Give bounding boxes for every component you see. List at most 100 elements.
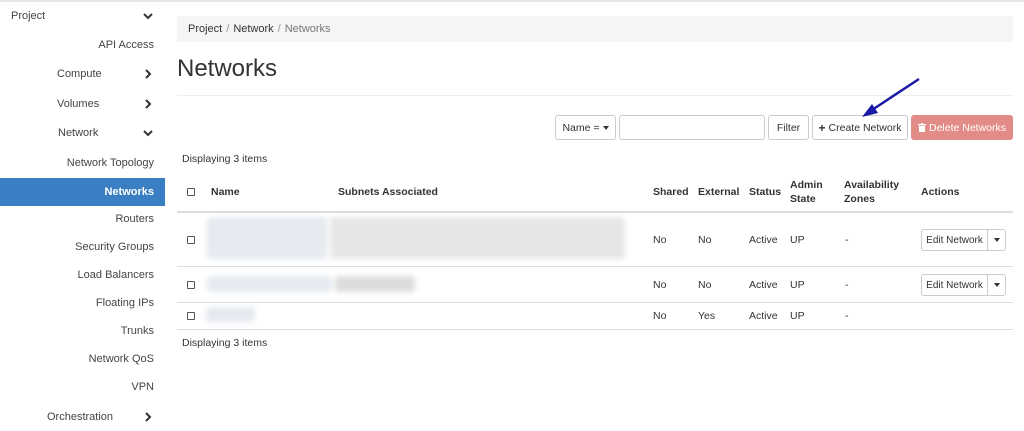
cell-status: Active (749, 279, 778, 291)
row-checkbox[interactable] (187, 281, 195, 289)
filter-field-label: Name = (562, 121, 600, 134)
filter-field-dropdown[interactable]: Name = (555, 115, 616, 140)
sidebar-item-floating-ips[interactable]: Floating IPs (0, 289, 165, 317)
caret-down-icon (602, 125, 609, 130)
cell-shared: No (653, 310, 667, 322)
page-title: Networks (177, 55, 278, 82)
sidebar-item-label: API Access (98, 39, 154, 51)
create-network-label: Create Network (828, 121, 902, 134)
cell-status: Active (749, 310, 778, 322)
redacted-name (207, 276, 332, 292)
divider (177, 95, 1013, 96)
sidebar-item-label: Networks (104, 186, 154, 198)
delete-networks-label: Delete Networks (928, 121, 1007, 134)
chevron-right-icon (142, 68, 154, 80)
row-checkbox[interactable] (187, 312, 195, 320)
breadcrumb-separator: / (277, 23, 281, 35)
caret-down-icon (993, 283, 1000, 287)
header-admin-state-line1[interactable]: Admin (790, 179, 823, 191)
displaying-count-bottom: Displaying 3 items (182, 337, 268, 349)
sidebar-item-compute[interactable]: Compute (0, 60, 165, 88)
sidebar-item-network-topology[interactable]: Network Topology (0, 149, 165, 177)
sidebar-item-label: Project (11, 10, 46, 22)
sidebar-item-vpn[interactable]: VPN (0, 373, 165, 401)
sidebar: Project API Access Compute Volumes Netwo… (0, 2, 165, 427)
edit-network-button-group: Edit Network (921, 274, 1006, 296)
edit-network-button[interactable]: Edit Network (921, 274, 988, 296)
displaying-count-top: Displaying 3 items (182, 153, 268, 165)
breadcrumb: Project / Network / Networks (177, 16, 1013, 42)
sidebar-category-project[interactable]: Project (0, 2, 165, 30)
header-status[interactable]: Status (749, 186, 781, 198)
row-checkbox[interactable] (187, 236, 195, 244)
breadcrumb-project[interactable]: Project (188, 23, 222, 35)
header-subnets[interactable]: Subnets Associated (338, 186, 438, 198)
sidebar-item-label: Network Topology (66, 157, 154, 169)
header-az-line2[interactable]: Zones (844, 193, 875, 205)
sidebar-item-label: Trunks (120, 325, 154, 337)
filter-button-label: Filter (776, 121, 801, 134)
sidebar-item-networks[interactable]: Networks (0, 178, 165, 206)
sidebar-item-label: Load Balancers (77, 269, 154, 281)
sidebar-item-label: VPN (131, 381, 154, 393)
sidebar-item-network[interactable]: Network (0, 119, 165, 147)
caret-down-icon (993, 238, 1000, 242)
breadcrumb-separator: / (226, 23, 230, 35)
sidebar-item-label: Orchestration (47, 411, 114, 423)
chevron-right-icon (142, 411, 154, 423)
chevron-right-icon (142, 98, 154, 110)
sidebar-item-load-balancers[interactable]: Load Balancers (0, 261, 165, 289)
breadcrumb-network[interactable]: Network (233, 23, 273, 35)
cell-external: No (698, 234, 712, 246)
sidebar-item-label: Network (58, 127, 99, 139)
actions-dropdown-toggle[interactable] (988, 274, 1006, 296)
breadcrumb-networks: Networks (284, 23, 331, 35)
redacted-subnets (330, 217, 625, 259)
redacted-subnets (335, 276, 415, 292)
header-divider (177, 211, 1013, 213)
sidebar-item-volumes[interactable]: Volumes (0, 90, 165, 118)
cell-shared: No (653, 234, 667, 246)
cell-az: - (845, 310, 849, 322)
header-name[interactable]: Name (211, 186, 240, 198)
sidebar-item-label: Compute (57, 68, 102, 80)
cell-external: No (698, 279, 712, 291)
select-all-checkbox[interactable] (187, 188, 195, 196)
cell-admin-state: UP (790, 234, 805, 246)
create-network-button[interactable]: + Create Network (812, 115, 908, 140)
plus-icon: + (818, 120, 826, 135)
sidebar-item-label: Floating IPs (95, 297, 154, 309)
sidebar-item-trunks[interactable]: Trunks (0, 317, 165, 345)
chevron-down-icon (142, 10, 154, 22)
cell-az: - (845, 279, 849, 291)
search-input[interactable] (619, 115, 765, 140)
sidebar-item-api-access[interactable]: API Access (0, 31, 165, 59)
cell-shared: No (653, 279, 667, 291)
cell-az: - (845, 234, 849, 246)
chevron-down-icon (142, 127, 154, 139)
row-divider (177, 266, 1013, 267)
sidebar-item-routers[interactable]: Routers (0, 205, 165, 233)
edit-network-button[interactable]: Edit Network (921, 229, 988, 251)
delete-networks-button[interactable]: Delete Networks (911, 115, 1013, 140)
cell-external: Yes (698, 310, 716, 322)
redacted-name (206, 307, 255, 322)
sidebar-item-label: Network QoS (88, 353, 154, 365)
sidebar-item-label: Routers (115, 213, 154, 225)
header-actions: Actions (921, 186, 960, 198)
cell-admin-state: UP (790, 310, 805, 322)
redacted-name (207, 217, 327, 259)
header-admin-state-line2[interactable]: State (790, 193, 816, 205)
header-external[interactable]: External (698, 186, 739, 198)
header-shared[interactable]: Shared (653, 186, 689, 198)
edit-network-button-group: Edit Network (921, 229, 1006, 251)
actions-dropdown-toggle[interactable] (988, 229, 1006, 251)
row-divider (177, 329, 1013, 330)
sidebar-item-network-qos[interactable]: Network QoS (0, 345, 165, 373)
header-az-line1[interactable]: Availability (844, 179, 899, 191)
row-divider (177, 302, 1013, 303)
sidebar-item-label: Volumes (57, 98, 100, 110)
filter-button[interactable]: Filter (768, 115, 809, 140)
sidebar-item-security-groups[interactable]: Security Groups (0, 233, 165, 261)
sidebar-item-label: Security Groups (75, 241, 154, 253)
